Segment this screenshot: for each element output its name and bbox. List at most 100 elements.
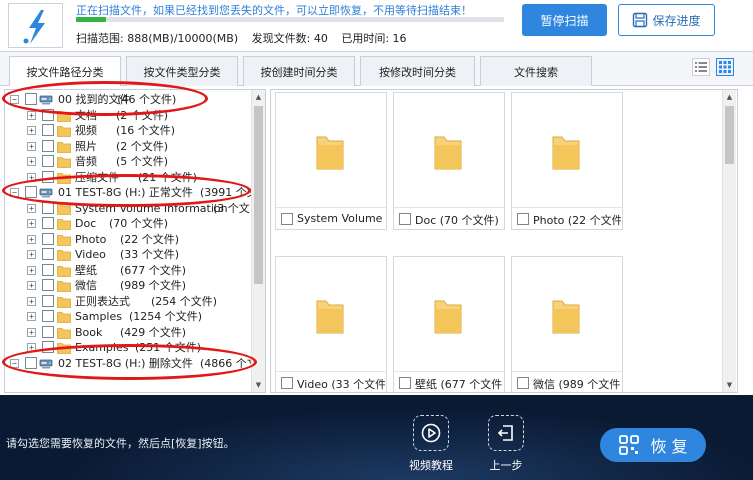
folder-icon [434, 297, 462, 335]
expand-toggle-icon[interactable]: + [27, 126, 36, 135]
video-tutorial-button[interactable]: 视频教程 [401, 415, 461, 473]
scroll-up-arrow[interactable]: ▲ [252, 90, 265, 104]
tile-checkbox[interactable] [399, 377, 411, 389]
tree-folder-row[interactable]: + Book (429 个文件) [5, 325, 253, 340]
tab-by-modified[interactable]: 按修改时间分类 [360, 56, 475, 86]
expand-toggle-icon[interactable]: − [10, 358, 19, 368]
tree-folder-row[interactable]: + 音频 (5 个文件) [5, 154, 253, 169]
expand-toggle-icon[interactable]: + [27, 172, 36, 182]
grid-folder-tile[interactable]: System Volume In... [275, 92, 387, 230]
expand-toggle-icon[interactable]: + [27, 110, 36, 120]
grid-scroll-thumb[interactable] [725, 106, 734, 164]
tree-checkbox[interactable] [42, 217, 54, 229]
action-footer: 请勾选您需要恢复的文件，然后点[恢复]按钮。 视频教程 上一步 恢 复 [0, 395, 753, 480]
expand-toggle-icon[interactable]: + [27, 250, 36, 259]
expand-toggle-icon[interactable]: + [27, 234, 36, 244]
expand-toggle-icon[interactable]: + [27, 281, 36, 290]
grid-folder-tile[interactable]: 壁纸 (677 个文件) [393, 256, 505, 392]
tree-drive-row[interactable]: −01 TEST-8G (H:) 正常文件 (3991 个文件) [5, 185, 265, 200]
tree-folder-row[interactable]: + 照片 (2 个文件) [5, 139, 253, 154]
folder-icon [57, 202, 71, 215]
category-tabbar: 按文件路径分类 按文件类型分类 按创建时间分类 按修改时间分类 文件搜索 [0, 52, 753, 86]
expand-toggle-icon[interactable]: + [27, 219, 36, 228]
tree-folder-row[interactable]: + System Volume Information (3 个文 [5, 201, 253, 216]
expand-toggle-icon[interactable]: + [27, 343, 36, 352]
grid-view-button[interactable] [716, 58, 734, 76]
tree-folder-row[interactable]: + Examples (251 个文件) [5, 340, 253, 355]
tree-item-name: Video [75, 248, 106, 261]
tree-checkbox[interactable] [25, 186, 37, 198]
tree-item-name: Samples [75, 310, 122, 323]
tree-checkbox[interactable] [42, 139, 54, 152]
drive-icon [39, 186, 53, 199]
tile-footer: Doc (70 个文件) [394, 207, 504, 229]
expand-toggle-icon[interactable]: + [27, 327, 36, 337]
tree-checkbox[interactable] [42, 294, 54, 307]
expand-toggle-icon[interactable]: + [27, 203, 36, 213]
tree-folder-row[interactable]: + 正则表达式 (254 个文件) [5, 294, 253, 309]
pause-scan-button[interactable]: 暂停扫描 [522, 4, 607, 36]
grid-scroll-down-arrow[interactable]: ▼ [723, 378, 736, 392]
tree-checkbox[interactable] [42, 341, 54, 353]
tile-checkbox[interactable] [399, 213, 411, 225]
tab-file-search[interactable]: 文件搜索 [480, 56, 592, 86]
list-view-button[interactable] [692, 58, 710, 76]
expand-toggle-icon[interactable]: + [27, 312, 36, 321]
grid-folder-tile[interactable]: Photo (22 个文件) [511, 92, 623, 230]
tree-folder-row[interactable]: + Photo (22 个文件) [5, 232, 253, 247]
grid-vertical-scrollbar[interactable]: ▲ ▼ [722, 90, 736, 392]
tile-checkbox[interactable] [281, 377, 293, 389]
folder-icon [57, 310, 71, 323]
tree-checkbox[interactable] [25, 356, 37, 369]
tree-scroll-thumb[interactable] [254, 106, 263, 284]
tree-checkbox[interactable] [42, 232, 54, 245]
tree-folder-row[interactable]: + Doc (70 个文件) [5, 216, 253, 231]
tree-drive-row[interactable]: −00 找到的文件 (46 个文件) [5, 92, 253, 107]
scroll-down-arrow[interactable]: ▼ [252, 378, 265, 392]
tree-checkbox[interactable] [42, 108, 54, 121]
tree-checkbox[interactable] [42, 155, 54, 167]
tree-checkbox[interactable] [42, 263, 54, 276]
tree-folder-row[interactable]: + 微信 (989 个文件) [5, 278, 253, 293]
tree-checkbox[interactable] [42, 325, 54, 338]
tree-checkbox[interactable] [42, 248, 54, 260]
expand-toggle-icon[interactable]: − [10, 95, 19, 104]
recover-button[interactable]: 恢 复 [600, 428, 706, 462]
file-grid[interactable]: System Volume In... Doc (70 个文件) Photo (22… [270, 89, 738, 393]
scan-range: 扫描范围: 888(MB)/10000(MB) [76, 32, 239, 45]
tree-checkbox[interactable] [42, 124, 54, 136]
tree-folder-row[interactable]: + 压缩文件 (21 个文件) [5, 170, 253, 185]
tree-folder-row[interactable]: + 文档 (2 个文件) [5, 108, 253, 123]
save-progress-button[interactable]: 保存进度 [618, 4, 715, 36]
tab-by-created[interactable]: 按创建时间分类 [243, 56, 355, 86]
tile-checkbox[interactable] [517, 377, 529, 389]
tree-checkbox[interactable] [42, 170, 54, 183]
tree-item-count: (5 个文件) [116, 155, 169, 168]
expand-toggle-icon[interactable]: + [27, 265, 36, 275]
tab-by-path[interactable]: 按文件路径分类 [9, 56, 121, 86]
grid-folder-tile[interactable]: 微信 (989 个文件) [511, 256, 623, 392]
back-button[interactable]: 上一步 [476, 415, 536, 473]
tree-item-name: 照片 [75, 139, 97, 153]
tree-drive-row[interactable]: −02 TEST-8G (H:) 删除文件 (4866 个文件) [5, 356, 265, 371]
expand-toggle-icon[interactable]: − [10, 188, 19, 197]
tree-folder-row[interactable]: + Video (33 个文件) [5, 247, 253, 262]
tree-checkbox[interactable] [42, 201, 54, 214]
expand-toggle-icon[interactable]: + [27, 296, 36, 306]
grid-folder-tile[interactable]: Video (33 个文件) [275, 256, 387, 392]
tile-checkbox[interactable] [517, 213, 529, 225]
tree-checkbox[interactable] [25, 93, 37, 105]
tree-folder-row[interactable]: + 壁纸 (677 个文件) [5, 263, 253, 278]
tree-folder-row[interactable]: + Samples (1254 个文件) [5, 309, 253, 324]
grid-scroll-up-arrow[interactable]: ▲ [723, 90, 736, 104]
grid-folder-tile[interactable]: Doc (70 个文件) [393, 92, 505, 230]
tree-checkbox[interactable] [42, 310, 54, 322]
expand-toggle-icon[interactable]: + [27, 141, 36, 151]
folder-tree[interactable]: −00 找到的文件 (46 个文件) + 文档 (2 个文件) + 视频 (16 个文件) + 照… [4, 89, 266, 393]
tile-checkbox[interactable] [281, 213, 293, 225]
tree-vertical-scrollbar[interactable]: ▲ ▼ [251, 90, 265, 392]
expand-toggle-icon[interactable]: + [27, 157, 36, 166]
tree-folder-row[interactable]: + 视频 (16 个文件) [5, 123, 253, 138]
tree-checkbox[interactable] [42, 279, 54, 291]
tab-by-type[interactable]: 按文件类型分类 [126, 56, 238, 86]
